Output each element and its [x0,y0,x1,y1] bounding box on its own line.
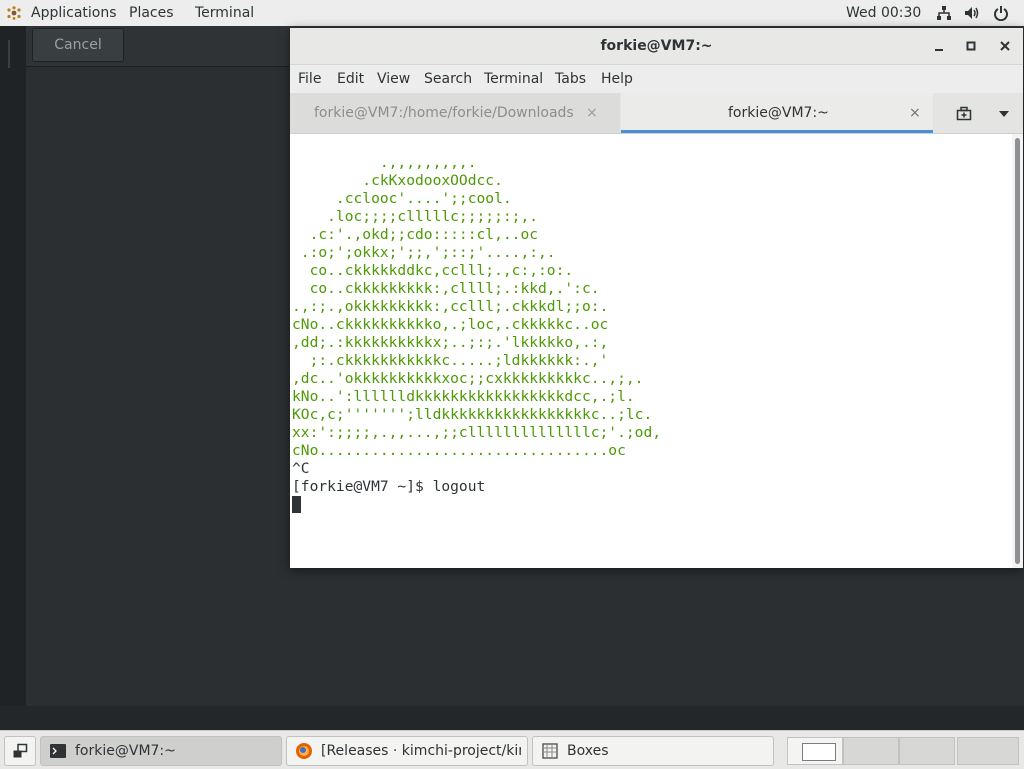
scrollbar[interactable] [1012,134,1023,568]
menu-edit[interactable]: Edit [337,65,364,93]
tabs-dropdown-chevron-down-icon[interactable] [998,93,1010,133]
menu-tabs[interactable]: Tabs [555,65,586,93]
tab-downloads[interactable]: forkie@VM7:/home/forkie/Downloads × [290,93,620,133]
firefox-icon [296,743,312,759]
menu-bar: File Edit View Search Terminal Tabs Help [290,65,1023,93]
output-interrupt: ^C [292,460,310,477]
top-panel: Applications Places Terminal Wed 00:30 [0,0,1024,27]
tab-home[interactable]: forkie@VM7:~ × [621,93,933,133]
network-icon[interactable] [936,5,952,21]
divider [8,40,10,68]
close-icon[interactable] [997,38,1013,54]
menu-search[interactable]: Search [424,65,472,93]
applications-icon[interactable] [6,6,22,20]
applications-menu[interactable]: Applications [31,0,117,26]
tab-label: forkie@VM7:/home/forkie/Downloads [314,105,574,121]
taskbar-item-firefox[interactable]: [Releases · kimchi-project/kimch... [286,736,528,766]
workspace-4[interactable] [957,737,1019,765]
tab-close-icon[interactable]: × [586,93,598,133]
menu-terminal[interactable]: Terminal [484,65,543,93]
cancel-button[interactable]: Cancel [32,28,124,62]
power-icon[interactable] [993,5,1009,21]
task-label: forkie@VM7:~ [75,743,176,759]
menu-file[interactable]: File [298,65,321,93]
boxes-icon [542,743,558,759]
tab-close-icon[interactable]: × [909,93,921,133]
maximize-icon[interactable] [963,38,979,54]
clock[interactable]: Wed 00:30 [846,0,921,26]
taskbar-item-terminal[interactable]: forkie@VM7:~ [40,736,282,766]
window-titlebar[interactable]: forkie@VM7:~ [290,28,1023,65]
workspace-1[interactable] [787,737,843,765]
scrollbar-thumb[interactable] [1015,138,1020,564]
tab-label: forkie@VM7:~ [728,105,829,121]
terminal-icon [50,744,66,758]
workspace-3[interactable] [899,737,955,765]
prompt-line: [forkie@VM7 ~]$ logout [292,478,486,495]
task-label: [Releases · kimchi-project/kimch... [321,743,521,759]
terminal-output[interactable]: .,,,,,,,,,. .ckKxodooxOOdcc. .cclooc'...… [290,134,1012,568]
volume-icon[interactable] [964,5,980,21]
terminal-window: forkie@VM7:~ File Edit View Search Termi… [290,28,1023,568]
show-desktop-icon [13,743,28,758]
workspace-window-thumbnail [802,743,836,761]
terminal-screen: .,,,,,,,,,. .ckKxodooxOOdcc. .cclooc'...… [292,154,661,514]
show-desktop-button[interactable] [4,736,36,766]
tab-bar: forkie@VM7:/home/forkie/Downloads × fork… [290,93,1023,134]
taskbar-item-boxes[interactable]: Boxes [532,736,774,766]
active-tab-indicator [621,130,933,133]
menu-help[interactable]: Help [601,65,633,93]
window-title: forkie@VM7:~ [600,38,713,54]
task-label: Boxes [567,743,609,759]
terminal-app-menu[interactable]: Terminal [195,0,254,26]
background-window-edge [0,26,26,706]
ascii-art-logo: .,,,,,,,,,. .ckKxodooxOOdcc. .cclooc'...… [292,154,662,459]
menu-view[interactable]: View [377,65,410,93]
text-cursor [292,496,301,513]
bottom-panel: forkie@VM7:~ [Releases · kimchi-project/… [0,730,1024,769]
minimize-icon[interactable] [931,38,947,54]
workspace-2[interactable] [843,737,899,765]
new-tab-icon[interactable] [956,93,972,133]
places-menu[interactable]: Places [129,0,174,26]
